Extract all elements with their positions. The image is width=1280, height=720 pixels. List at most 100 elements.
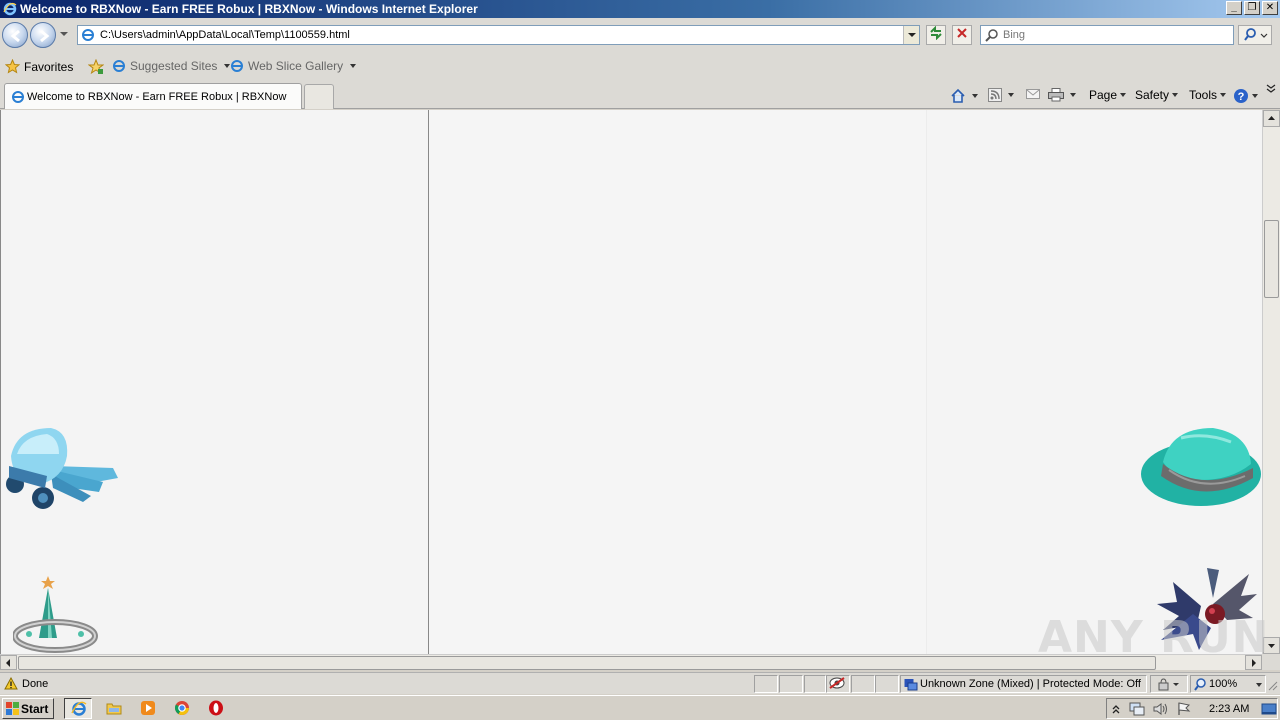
refresh-icon bbox=[930, 25, 942, 41]
system-tray: 2:23 AM bbox=[1106, 698, 1278, 719]
search-button[interactable] bbox=[1238, 25, 1272, 45]
chevron-up-icon bbox=[1268, 116, 1275, 120]
mail-icon bbox=[1026, 89, 1040, 99]
security-zone[interactable]: Unknown Zone (Mixed) | Protected Mode: O… bbox=[900, 675, 1147, 693]
vertical-scroll-thumb[interactable] bbox=[1264, 220, 1279, 298]
ie-page-icon bbox=[113, 60, 125, 72]
media-player-icon bbox=[141, 701, 155, 715]
warning-icon bbox=[4, 677, 18, 690]
safety-menu[interactable]: Safety bbox=[1135, 88, 1179, 102]
chevron-down-icon bbox=[1120, 93, 1127, 97]
zone-icon bbox=[904, 679, 918, 691]
volume-icon[interactable] bbox=[1153, 702, 1169, 716]
center-column bbox=[429, 110, 926, 654]
chevron-down-icon bbox=[1220, 93, 1227, 97]
home-button[interactable] bbox=[950, 88, 978, 104]
print-button[interactable] bbox=[1048, 88, 1076, 102]
scroll-left-button[interactable] bbox=[0, 655, 17, 670]
address-dropdown-button[interactable] bbox=[903, 26, 919, 44]
taskbar-internet-explorer[interactable] bbox=[64, 698, 92, 719]
protected-mode-button[interactable] bbox=[1150, 675, 1188, 693]
forward-arrow-icon bbox=[40, 29, 50, 43]
folder-icon bbox=[106, 703, 122, 715]
favorites-star-icon bbox=[5, 59, 20, 74]
chrome-icon bbox=[174, 701, 189, 715]
double-chevron-icon bbox=[1266, 84, 1276, 93]
taskbar-opera[interactable] bbox=[202, 698, 230, 719]
help-button[interactable]: ? bbox=[1233, 88, 1258, 104]
ie-page-icon bbox=[231, 60, 243, 72]
new-tab-button[interactable] bbox=[304, 84, 334, 109]
chevron-down-icon bbox=[972, 94, 978, 98]
search-placeholder: Bing bbox=[1003, 29, 1026, 41]
horizontal-scroll-thumb[interactable] bbox=[18, 656, 1156, 670]
status-text: Done bbox=[22, 678, 49, 690]
search-go-icon bbox=[1244, 28, 1268, 41]
tab-bar: Welcome to RBXNow - Earn FREE Robux | RB… bbox=[0, 81, 1280, 109]
favorites-button[interactable]: Favorites bbox=[5, 59, 73, 74]
rss-feed-icon bbox=[988, 88, 1002, 102]
status-segment bbox=[875, 675, 899, 693]
show-desktop-icon[interactable] bbox=[1261, 702, 1277, 716]
network-icon[interactable] bbox=[1129, 702, 1145, 716]
address-bar[interactable]: C:\Users\admin\AppData\Local\Temp\110055… bbox=[77, 25, 920, 45]
search-icon bbox=[985, 29, 998, 42]
minimize-button[interactable]: _ bbox=[1226, 1, 1242, 15]
taskbar-media-player[interactable] bbox=[134, 698, 162, 719]
navigation-bar: C:\Users\admin\AppData\Local\Temp\110055… bbox=[0, 18, 1280, 52]
stop-icon bbox=[957, 28, 967, 38]
more-commands-button[interactable] bbox=[1266, 83, 1276, 93]
address-url[interactable]: C:\Users\admin\AppData\Local\Temp\110055… bbox=[100, 29, 350, 41]
start-button[interactable]: Start bbox=[2, 698, 54, 719]
refresh-button[interactable] bbox=[926, 25, 946, 45]
chevron-down-icon bbox=[1070, 93, 1076, 97]
close-button[interactable]: ✕ bbox=[1262, 1, 1278, 15]
svg-text:?: ? bbox=[1238, 91, 1245, 103]
taskbar-windows-explorer[interactable] bbox=[100, 698, 128, 719]
ice-wings-item-image[interactable] bbox=[3, 426, 121, 516]
back-button[interactable] bbox=[2, 22, 28, 48]
chevron-down-icon bbox=[350, 64, 357, 68]
add-favorite-icon bbox=[88, 59, 104, 75]
chevron-down-icon bbox=[1172, 93, 1179, 97]
search-input[interactable]: Bing bbox=[980, 25, 1234, 45]
show-hidden-icons-icon[interactable] bbox=[1111, 703, 1121, 715]
restore-button[interactable]: ❐ bbox=[1244, 1, 1260, 15]
recent-pages-dropdown[interactable] bbox=[60, 32, 68, 36]
zoom-icon bbox=[1194, 678, 1206, 691]
home-icon bbox=[951, 88, 965, 103]
resize-grip-icon[interactable] bbox=[1268, 681, 1278, 691]
feeds-button[interactable] bbox=[988, 88, 1014, 102]
page-menu-label: Page bbox=[1089, 88, 1118, 102]
zone-label: Unknown Zone (Mixed) | Protected Mode: O… bbox=[920, 678, 1141, 690]
suggested-sites-link[interactable]: Suggested Sites bbox=[112, 59, 231, 73]
page-menu[interactable]: Page bbox=[1089, 88, 1127, 102]
suggested-sites-label: Suggested Sites bbox=[130, 59, 218, 73]
windows-logo-icon bbox=[6, 702, 19, 715]
status-segment bbox=[804, 675, 826, 693]
taskbar-chrome[interactable] bbox=[168, 698, 196, 719]
fedora-item-image[interactable] bbox=[1141, 424, 1262, 514]
vertical-scrollbar[interactable] bbox=[1262, 110, 1280, 654]
watermark: ANY RUN bbox=[1038, 612, 1270, 663]
zoom-control[interactable]: 100% bbox=[1190, 675, 1266, 693]
tools-menu[interactable]: Tools bbox=[1189, 88, 1227, 102]
privacy-report-button[interactable] bbox=[826, 675, 850, 693]
crown-item-image[interactable] bbox=[13, 572, 99, 654]
forward-button[interactable] bbox=[30, 22, 56, 48]
status-segment bbox=[754, 675, 778, 693]
status-segment bbox=[779, 675, 803, 693]
zoom-level: 100% bbox=[1209, 678, 1238, 690]
status-segment bbox=[851, 675, 875, 693]
clock[interactable]: 2:23 AM bbox=[1209, 703, 1249, 715]
printer-icon bbox=[1048, 88, 1064, 102]
tab-active[interactable]: Welcome to RBXNow - Earn FREE Robux | RB… bbox=[4, 83, 302, 109]
action-center-flag-icon[interactable] bbox=[1177, 702, 1191, 716]
chevron-down-icon bbox=[1252, 94, 1258, 98]
web-slice-gallery-link[interactable]: Web Slice Gallery bbox=[230, 59, 357, 73]
safety-menu-label: Safety bbox=[1135, 88, 1170, 102]
scroll-up-button[interactable] bbox=[1263, 110, 1280, 127]
read-mail-button[interactable] bbox=[1026, 88, 1040, 100]
stop-button[interactable] bbox=[952, 25, 972, 45]
add-to-favorites-bar-button[interactable] bbox=[88, 59, 104, 75]
